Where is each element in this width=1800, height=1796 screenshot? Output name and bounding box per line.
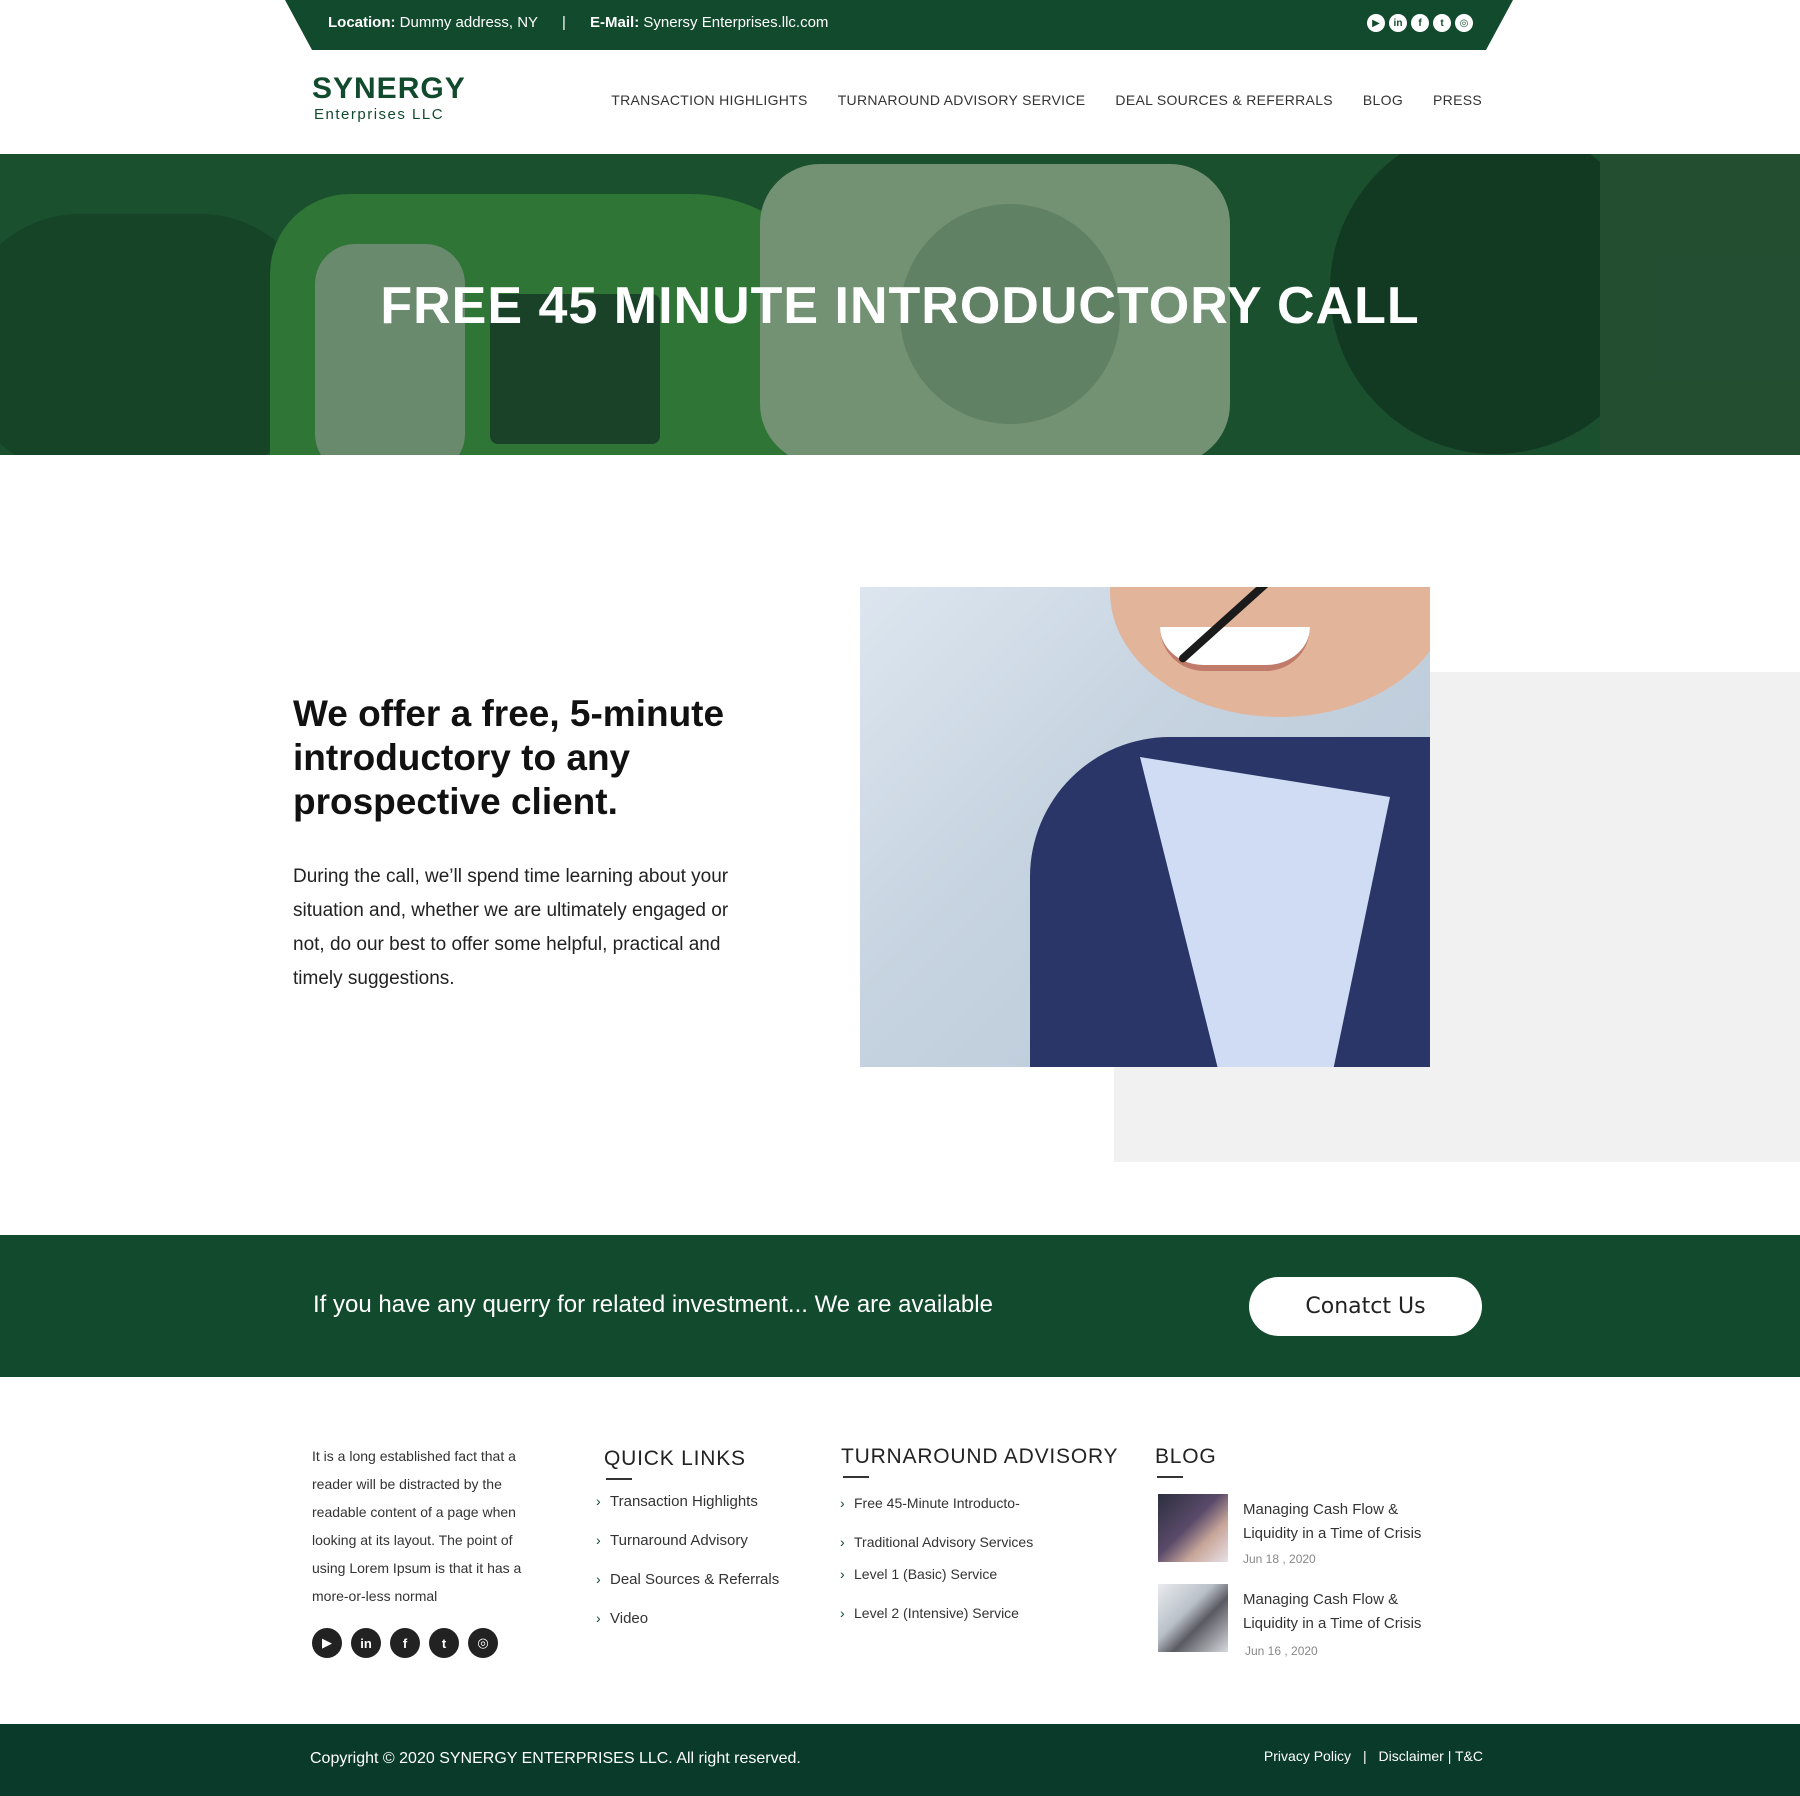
turnaround-advisory-title: TURNAROUND ADVISORY: [841, 1445, 1119, 1478]
top-info-bar: Location: Dummy address, NY | E-Mail: Sy…: [285, 0, 1513, 50]
chevron-right-icon: ›: [840, 1566, 845, 1582]
turnaround-link-level-2[interactable]: › Level 2 (Intensive) Service: [840, 1605, 1019, 1621]
quick-links-title: QUICK LINKS: [604, 1447, 746, 1480]
twitter-icon[interactable]: t: [1433, 14, 1451, 32]
support-agent-photo: [860, 587, 1430, 1067]
youtube-icon[interactable]: ▶: [312, 1628, 342, 1658]
intro-heading: We offer a free, 5-minute introductory t…: [293, 693, 725, 822]
site-header: SYNERGY Enterprises LLC TRANSACTION HIGH…: [0, 50, 1800, 154]
info-separator: |: [561, 14, 566, 31]
footer-about-text: It is a long established fact that a rea…: [312, 1448, 522, 1604]
nav-item-turnaround-advisory-service[interactable]: TURNAROUND ADVISORY SERVICE: [838, 92, 1086, 108]
contact-us-button[interactable]: Conatct Us: [1249, 1277, 1482, 1336]
main-nav: TRANSACTION HIGHLIGHTS TURNAROUND ADVISO…: [611, 92, 1482, 108]
tc-link[interactable]: | T&C: [1448, 1748, 1483, 1764]
bottom-bar: Copyright © 2020 SYNERGY ENTERPRISES LLC…: [0, 1724, 1800, 1796]
nav-item-blog[interactable]: BLOG: [1363, 92, 1403, 108]
legal-links: Privacy Policy | Disclaimer | T&C: [1264, 1748, 1483, 1764]
instagram-icon[interactable]: ◎: [468, 1628, 498, 1658]
linkedin-icon[interactable]: in: [1389, 14, 1407, 32]
hero-title: FREE 45 MINUTE INTRODUCTORY CALL: [380, 277, 1420, 335]
blog-post[interactable]: Managing Cash Flow & Liquidity in a Time…: [1158, 1584, 1438, 1658]
blog-title: BLOG: [1155, 1445, 1217, 1478]
facebook-icon[interactable]: f: [1411, 14, 1429, 32]
footer-social-links: ▶ in f t ◎: [312, 1628, 498, 1658]
facebook-icon[interactable]: f: [390, 1628, 420, 1658]
quick-link-deal-sources-referrals[interactable]: › Deal Sources & Referrals: [596, 1571, 779, 1588]
hero-banner: FREE 45 MINUTE INTRODUCTORY CALL: [0, 154, 1800, 455]
disclaimer-link[interactable]: Disclaimer: [1378, 1748, 1443, 1764]
blog-post[interactable]: Managing Cash Flow & Liquidity in a Time…: [1158, 1494, 1438, 1566]
quick-link-transaction-highlights[interactable]: › Transaction Highlights: [596, 1493, 758, 1510]
youtube-icon[interactable]: ▶: [1367, 14, 1385, 32]
chevron-right-icon: ›: [840, 1495, 845, 1511]
cta-banner: If you have any querry for related inves…: [0, 1235, 1800, 1377]
instagram-icon[interactable]: ◎: [1455, 14, 1473, 32]
cta-text: If you have any querry for related inves…: [313, 1291, 993, 1318]
quick-link-video[interactable]: › Video: [596, 1610, 648, 1627]
blog-thumbnail: [1158, 1584, 1228, 1652]
chevron-right-icon: ›: [596, 1571, 601, 1587]
blog-post-title[interactable]: Managing Cash Flow & Liquidity in a Time…: [1243, 1588, 1453, 1636]
chevron-right-icon: ›: [596, 1532, 601, 1548]
blog-thumbnail: [1158, 1494, 1228, 1562]
linkedin-icon[interactable]: in: [351, 1628, 381, 1658]
email-value[interactable]: Synersy Enterprises.llc.com: [643, 14, 828, 31]
top-social-links: ▶ in f t ◎: [1367, 14, 1473, 32]
copyright-text: Copyright © 2020 SYNERGY ENTERPRISES LLC…: [310, 1750, 801, 1767]
turnaround-link-traditional[interactable]: › Traditional Advisory Services: [840, 1534, 1033, 1550]
blog-post-date: Jun 16 , 2020: [1245, 1644, 1318, 1658]
twitter-icon[interactable]: t: [429, 1628, 459, 1658]
logo-name: SYNERGY: [312, 72, 466, 105]
location-label: Location:: [328, 14, 396, 31]
blog-post-date: Jun 18 , 2020: [1243, 1552, 1316, 1566]
chevron-right-icon: ›: [840, 1534, 845, 1550]
turnaround-link-level-1[interactable]: › Level 1 (Basic) Service: [840, 1566, 997, 1582]
email-label: E-Mail:: [590, 14, 640, 31]
quick-link-turnaround-advisory[interactable]: › Turnaround Advisory: [596, 1532, 748, 1549]
chevron-right-icon: ›: [840, 1605, 845, 1621]
intro-body: During the call, we’ll spend time learni…: [293, 866, 729, 989]
location-value: Dummy address, NY: [399, 14, 538, 31]
blog-post-title[interactable]: Managing Cash Flow & Liquidity in a Time…: [1243, 1498, 1453, 1546]
logo-subtitle: Enterprises LLC: [314, 106, 445, 123]
chevron-right-icon: ›: [596, 1610, 601, 1626]
logo[interactable]: SYNERGY Enterprises LLC: [312, 72, 466, 124]
contact-info: Location: Dummy address, NY | E-Mail: Sy…: [328, 14, 828, 31]
nav-item-deal-sources-referrals[interactable]: DEAL SOURCES & REFERRALS: [1115, 92, 1333, 108]
turnaround-link-free-call[interactable]: › Free 45-Minute Introducto-: [840, 1495, 1020, 1511]
nav-item-press[interactable]: PRESS: [1433, 92, 1482, 108]
privacy-policy-link[interactable]: Privacy Policy: [1264, 1748, 1351, 1764]
chevron-right-icon: ›: [596, 1493, 601, 1509]
nav-item-transaction-highlights[interactable]: TRANSACTION HIGHLIGHTS: [611, 92, 807, 108]
legal-divider: |: [1362, 1748, 1367, 1764]
